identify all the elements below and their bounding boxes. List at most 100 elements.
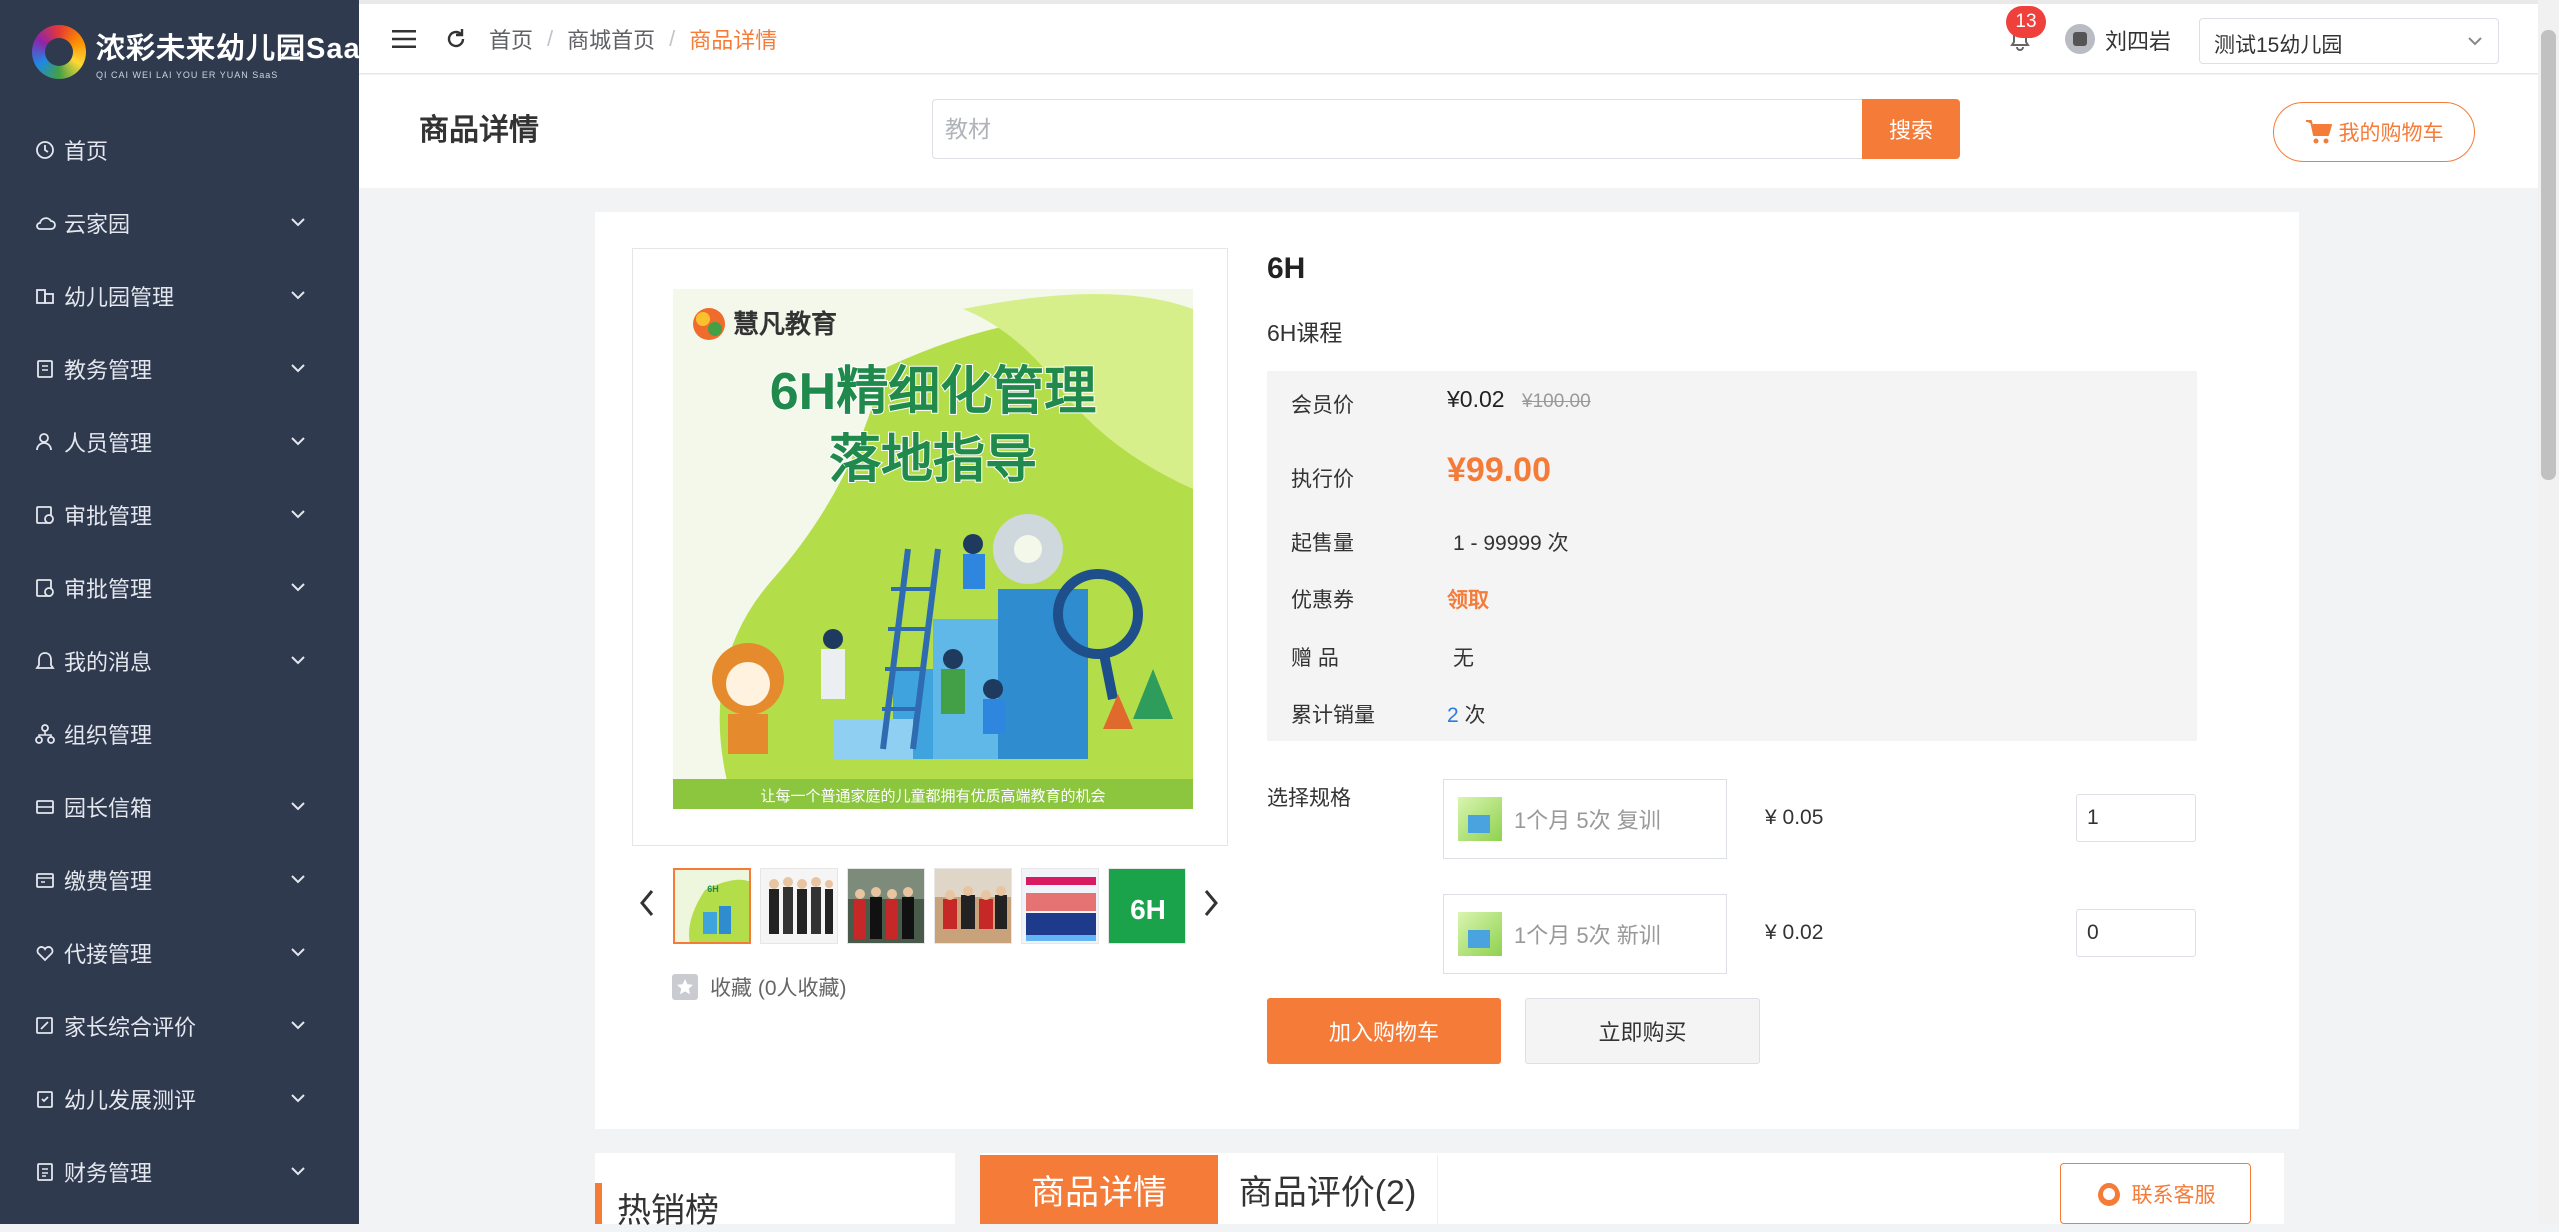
sidebar-item[interactable]: 幼儿园管理 [0, 268, 359, 324]
sidebar-item-label: 首页 [64, 139, 109, 164]
avatar[interactable] [2065, 24, 2095, 54]
chevron-down-icon [291, 510, 305, 519]
logo-mark-icon [32, 25, 86, 79]
sidebar: 浓彩未来幼儿园SaaS QI CAI WEI LAI YOU ER YUAN S… [0, 0, 380, 1224]
chevron-down-icon [291, 875, 305, 884]
book-icon [37, 360, 53, 378]
sidebar-item-label: 审批管理 [64, 577, 153, 602]
breadcrumb: 首页 / 商城首页 / 商品详情 [489, 4, 777, 74]
sidebar-item[interactable]: 首页 [0, 122, 359, 178]
refresh-icon[interactable] [444, 27, 468, 51]
contact-service-label: 联系客服 [2131, 1183, 2216, 1207]
sidebar-item[interactable]: 人员管理 [0, 414, 359, 470]
top-header: 首页 / 商城首页 / 商品详情 13 刘四岩 测试15幼儿园 [359, 4, 2559, 74]
breadcrumb-home[interactable]: 首页 [489, 23, 533, 55]
sold-unit: 次 [1464, 704, 1486, 727]
mail-icon [36, 800, 54, 814]
sidebar-item[interactable]: 家长综合评价 [0, 998, 359, 1054]
buy-now-button[interactable]: 立即购买 [1525, 998, 1760, 1064]
heart-icon [36, 946, 54, 962]
sidebar-item-label: 幼儿园管理 [64, 285, 175, 310]
brand-logo[interactable]: 浓彩未来幼儿园SaaS QI CAI WEI LAI YOU ER YUAN S… [32, 22, 381, 82]
approve-icon [36, 506, 54, 524]
menu-toggle-icon[interactable] [392, 29, 416, 49]
spec-option-newtrain[interactable]: 1个月 5次 新训 [1443, 894, 1727, 974]
spec-quantity-input[interactable] [2076, 794, 2196, 842]
chevron-down-icon [291, 1021, 305, 1030]
thumbnail-6[interactable]: 6H [1108, 868, 1186, 944]
favorite-button[interactable]: 收藏 (0人收藏) [672, 972, 847, 1002]
page-scrollbar[interactable] [2538, 0, 2559, 1224]
product-poster-illustration: 慧凡教育 6H精细化管理 落地指导 让每一个普通家庭的儿童都拥有优质高端教育的机… [633, 249, 1227, 845]
sidebar-item[interactable]: 幼儿发展测评 [0, 1071, 359, 1127]
spec-price: ¥ 0.05 [1765, 806, 1824, 829]
sidebar-item[interactable]: 我的消息 [0, 633, 359, 689]
sidebar-item[interactable]: 教务管理 [0, 341, 359, 397]
spec-thumbnail [1458, 797, 1502, 841]
approve-icon [36, 579, 54, 597]
sidebar-item-label: 财务管理 [64, 1161, 153, 1186]
sidebar-item[interactable]: 园长信箱 [0, 779, 359, 835]
clipboard-icon [37, 1091, 53, 1108]
gift-label: 赠 品 [1291, 647, 1339, 670]
price-info-box: 会员价 ¥0.02 ¥100.00 执行价 ¥99.00 起售量 1 - 999… [1267, 371, 2197, 741]
notification-badge: 13 [2006, 6, 2046, 38]
thumbnails-next-arrow-icon[interactable] [1199, 887, 1223, 919]
sidebar-item-label: 人员管理 [64, 431, 153, 456]
product-main-image[interactable]: 慧凡教育 6H精细化管理 落地指导 让每一个普通家庭的儿童都拥有优质高端教育的机… [632, 248, 1228, 846]
scrollbar-thumb[interactable] [2541, 30, 2556, 480]
spec-option-retrain[interactable]: 1个月 5次 复训 [1443, 779, 1727, 859]
search-input[interactable] [932, 99, 1922, 159]
hot-sales-accent [595, 1183, 602, 1224]
sidebar-item[interactable]: 云家园 [0, 195, 359, 251]
sidebar-item-label: 家长综合评价 [64, 1015, 197, 1040]
sidebar-item[interactable]: 代接管理 [0, 925, 359, 981]
thumbnails-prev-arrow-icon[interactable] [635, 887, 659, 919]
chevron-down-icon [291, 802, 305, 811]
sidebar-item[interactable]: 审批管理 [0, 560, 359, 616]
brand-subtitle: QI CAI WEI LAI YOU ER YUAN SaaS [96, 69, 279, 80]
thumbnail-2[interactable] [760, 868, 838, 944]
breadcrumb-current: 商品详情 [689, 28, 778, 53]
clock-icon [36, 141, 54, 159]
star-icon [672, 974, 698, 1000]
spec-thumbnail [1458, 912, 1502, 956]
sold-label: 累计销量 [1291, 704, 1375, 727]
search-button[interactable]: 搜索 [1862, 99, 1960, 159]
spec-option-name: 1个月 5次 复训 [1514, 808, 1661, 833]
thumbnail-5[interactable] [1021, 868, 1099, 944]
sidebar-item[interactable]: 组织管理 [0, 706, 359, 762]
coupon-claim-link[interactable]: 领取 [1447, 584, 1489, 614]
sidebar-item[interactable]: 财务管理 [0, 1144, 359, 1200]
school-select[interactable]: 测试15幼儿园 [2199, 18, 2499, 64]
chevron-down-icon [291, 948, 305, 957]
member-price-label: 会员价 [1291, 394, 1354, 417]
add-to-cart-button[interactable]: 加入购物车 [1267, 998, 1501, 1064]
page-title: 商品详情 [419, 114, 539, 147]
thumbnail-4[interactable] [934, 868, 1012, 944]
min-qty-label: 起售量 [1291, 532, 1354, 555]
my-cart-button[interactable]: 我的购物车 [2273, 102, 2475, 162]
thumbnail-3[interactable] [847, 868, 925, 944]
sidebar-item[interactable]: 缴费管理 [0, 852, 359, 908]
sidebar-item[interactable]: 审批管理 [0, 487, 359, 543]
sidebar-item-label: 云家园 [64, 212, 131, 237]
spec-price: ¥ 0.02 [1765, 921, 1824, 944]
sidebar-item-label: 我的消息 [64, 650, 153, 675]
breadcrumb-mall[interactable]: 商城首页 [567, 23, 655, 55]
thumbnail-1[interactable]: 6H [673, 868, 751, 944]
tab-product-review[interactable]: 商品评价(2) [1218, 1155, 1438, 1224]
poster-brand: 慧凡教育 [733, 309, 837, 339]
poster-headline-2: 落地指导 [829, 431, 1037, 489]
sidebar-item-label: 缴费管理 [64, 869, 153, 894]
contact-service-button[interactable]: 联系客服 [2060, 1163, 2251, 1224]
spec-quantity-input[interactable] [2076, 909, 2196, 957]
spec-label: 选择规格 [1267, 787, 1351, 810]
tab-product-detail[interactable]: 商品详情 [980, 1155, 1218, 1224]
chevron-down-icon [2468, 37, 2482, 46]
product-tabs: 商品详情 商品评价(2) 联系客服 [980, 1153, 2284, 1224]
sold-count: 2 [1447, 704, 1459, 727]
coupon-label: 优惠券 [1291, 589, 1354, 612]
username[interactable]: 刘四岩 [2105, 24, 2171, 56]
chevron-down-icon [291, 291, 305, 300]
